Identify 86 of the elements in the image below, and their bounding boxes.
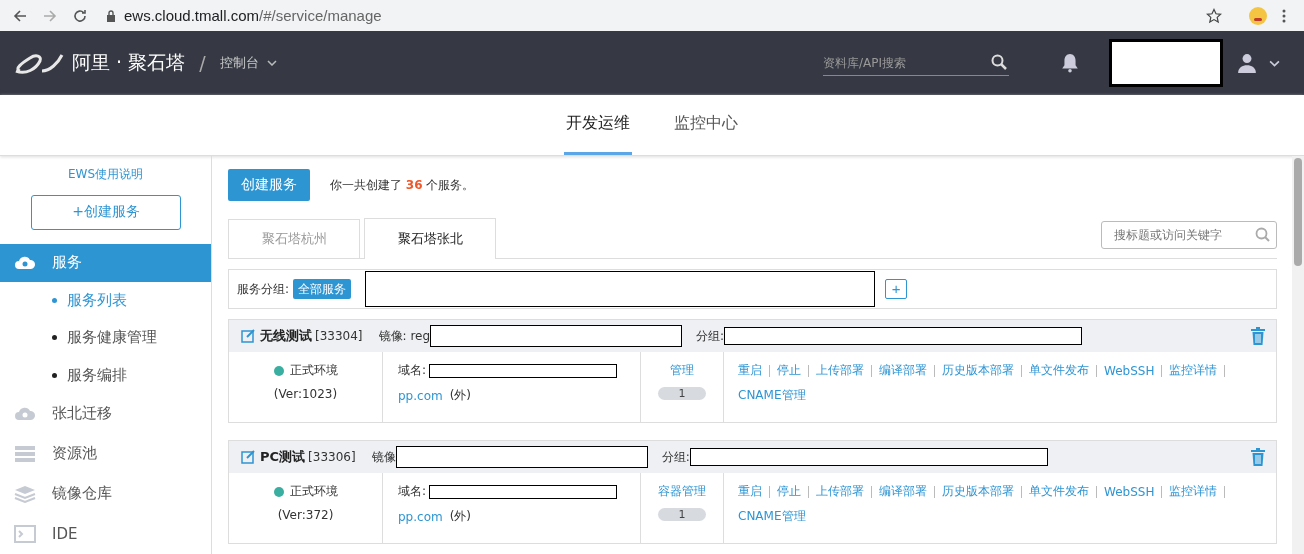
region-tab[interactable]: 聚石塔杭州 xyxy=(228,219,360,258)
lock-icon xyxy=(106,9,116,22)
version-text: (Ver:1023) xyxy=(273,387,338,401)
action-link[interactable]: 编译部署 xyxy=(879,362,927,379)
add-group-button[interactable]: + xyxy=(885,279,908,299)
profile-icon[interactable] xyxy=(1248,5,1268,26)
action-link[interactable]: 历史版本部署 xyxy=(942,362,1014,379)
environment-label: 正式环境 xyxy=(289,362,338,379)
status-dot xyxy=(273,365,284,376)
nav-tab[interactable]: 开发运维 xyxy=(564,95,632,155)
action-link[interactable]: 上传部署 xyxy=(816,483,864,500)
edit-icon[interactable] xyxy=(241,450,255,464)
layers-icon xyxy=(14,484,36,503)
list-icon xyxy=(14,444,36,463)
action-link[interactable]: 编译部署 xyxy=(879,483,927,500)
sidebar-item[interactable]: 镜像仓库 xyxy=(0,473,211,514)
container-count: 1 xyxy=(658,508,706,521)
container-link[interactable]: 容器管理 xyxy=(658,483,706,500)
group-label: 分组: xyxy=(661,448,690,466)
environment-label: 正式环境 xyxy=(289,483,338,500)
group-label: 服务分组: xyxy=(237,280,290,298)
sidebar-item[interactable]: 资源池 xyxy=(0,433,211,474)
address-bar[interactable]: ews.cloud.tmall.com/#/service/manage xyxy=(124,7,382,24)
console-dropdown[interactable]: 控制台 xyxy=(219,54,277,72)
service-id: [33306] xyxy=(308,450,356,464)
action-link[interactable]: 上传部署 xyxy=(816,362,864,379)
back-icon[interactable] xyxy=(12,7,28,24)
sidebar-subitem[interactable]: 服务列表 xyxy=(0,281,211,320)
breadcrumb-separator: / xyxy=(199,52,206,74)
star-icon[interactable] xyxy=(1206,7,1222,24)
domain-scope: (外) xyxy=(449,387,472,404)
action-link[interactable]: 历史版本部署 xyxy=(942,483,1014,500)
container-count: 1 xyxy=(658,387,706,400)
search-field[interactable]: 资料库/API搜索 xyxy=(823,50,1009,76)
action-link[interactable]: 单文件发布 xyxy=(1029,362,1089,379)
create-service-button[interactable]: 创建服务 xyxy=(228,169,310,201)
action-link[interactable]: CNAME管理 xyxy=(738,387,806,404)
chevron-down-icon xyxy=(266,60,277,66)
action-link[interactable]: 监控详情 xyxy=(1169,362,1218,379)
trash-icon[interactable] xyxy=(1250,327,1266,345)
reload-icon[interactable] xyxy=(72,7,88,24)
edit-icon[interactable] xyxy=(241,329,255,343)
group-tag[interactable]: 全部服务 xyxy=(293,279,352,299)
sidebar-item[interactable]: IDE xyxy=(0,513,211,554)
search-icon[interactable] xyxy=(991,54,1007,70)
action-link[interactable]: WebSSH xyxy=(1104,484,1155,499)
brand-name: 阿里 · 聚石塔 xyxy=(72,50,186,75)
action-link[interactable]: WebSSH xyxy=(1104,363,1155,378)
service-id: [33304] xyxy=(315,329,363,343)
group-label: 分组: xyxy=(696,327,725,345)
version-text: (Ver:372) xyxy=(277,508,334,522)
action-link[interactable]: 停止 xyxy=(777,483,801,500)
create-service-button[interactable]: +创建服务 xyxy=(31,195,181,230)
action-link[interactable]: 单文件发布 xyxy=(1029,483,1089,500)
image-label: 镜像 xyxy=(371,448,396,466)
service-name: PC测试 xyxy=(260,448,306,466)
container-link[interactable]: 管理 xyxy=(670,362,694,379)
nav-tab[interactable]: 监控中心 xyxy=(672,95,740,155)
domain-link[interactable]: pp.com xyxy=(398,509,443,524)
user-icon[interactable] xyxy=(1237,53,1257,73)
sidebar-item[interactable]: 张北迁移 xyxy=(0,393,211,434)
service-name: 无线测试 xyxy=(260,327,312,345)
chevron-down-icon[interactable] xyxy=(1269,59,1280,67)
action-link[interactable]: 重启 xyxy=(738,362,762,379)
bell-icon[interactable] xyxy=(1061,53,1079,73)
trash-icon[interactable] xyxy=(1250,448,1266,466)
scrollbar-thumb[interactable] xyxy=(1294,158,1302,266)
menu-icon[interactable] xyxy=(1282,7,1286,24)
sidebar-item[interactable]: 服务 xyxy=(0,243,211,282)
region-tab[interactable]: 聚石塔张北 xyxy=(364,218,496,259)
sidebar-subitem[interactable]: 服务健康管理 xyxy=(0,319,211,357)
status-dot xyxy=(273,486,284,497)
action-link[interactable]: 重启 xyxy=(738,483,762,500)
image-label: 镜像: reg xyxy=(378,327,431,345)
action-link[interactable]: 停止 xyxy=(777,362,801,379)
domain-label: 域名: xyxy=(398,483,427,500)
domain-link[interactable]: pp.com xyxy=(398,388,443,403)
sidebar-subitem[interactable]: 服务编排 xyxy=(0,356,211,394)
action-link[interactable]: CNAME管理 xyxy=(738,508,806,525)
action-link[interactable]: 监控详情 xyxy=(1169,483,1218,500)
domain-label: 域名: xyxy=(398,362,427,379)
service-count-text: 你一共创建了 36 个服务。 xyxy=(330,176,475,194)
terminal-icon xyxy=(14,524,36,543)
domain-scope: (外) xyxy=(449,508,472,525)
help-link[interactable]: EWS使用说明 xyxy=(0,166,211,183)
search-field[interactable]: 搜标题或访问关键字 xyxy=(1101,221,1277,249)
